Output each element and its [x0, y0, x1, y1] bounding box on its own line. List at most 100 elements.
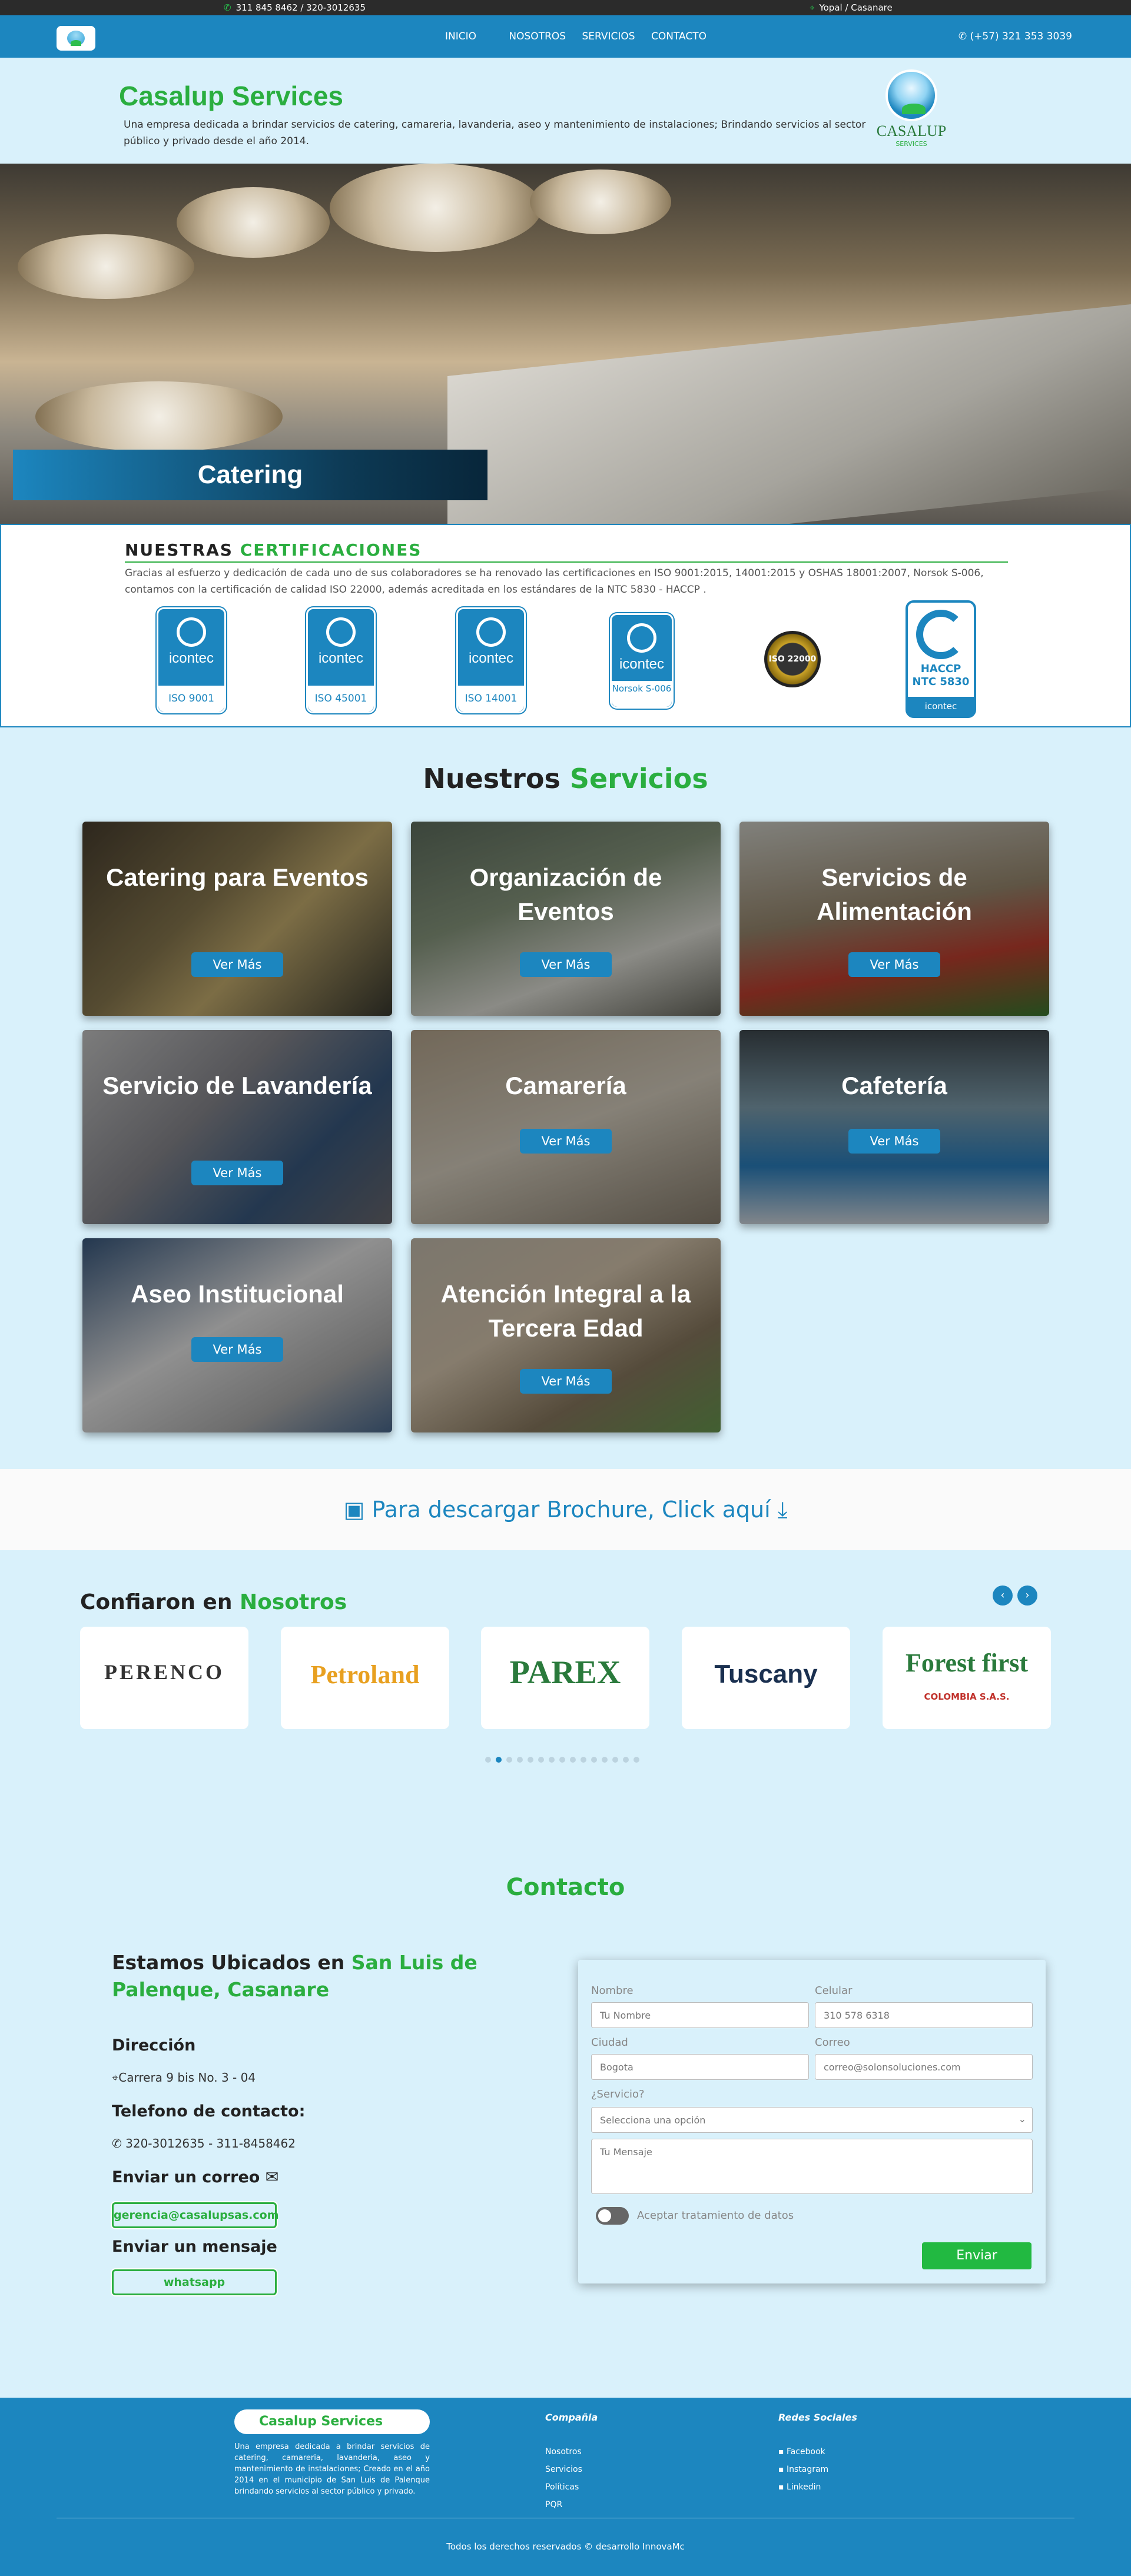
contact-title: Contacto [506, 1874, 625, 1901]
nav-nosotros[interactable]: NOSOTROS [509, 31, 566, 42]
email-button[interactable]: gerencia@casalupsas.com [112, 2202, 279, 2228]
cert-norsok: icontec Norsok S-006 [610, 613, 674, 709]
ver-mas-button[interactable]: Ver Más [191, 952, 283, 977]
chevron-down-icon: ⌄ [1018, 2113, 1026, 2125]
service-select[interactable]: Selecciona una opción ⌄ [591, 2107, 1033, 2133]
consent-toggle[interactable] [596, 2207, 629, 2225]
city-input[interactable]: Bogota [591, 2054, 809, 2080]
social-heading: Redes Sociales [778, 2412, 857, 2423]
facebook-icon: ▪ [778, 2447, 787, 2457]
service-card[interactable]: Camarería Ver Más [411, 1030, 721, 1224]
service-card[interactable]: Servicio de Lavandería Ver Más [82, 1030, 392, 1224]
phone-call-icon: ✆ [958, 31, 970, 42]
ver-mas-button[interactable]: Ver Más [191, 1161, 283, 1185]
top-location-text: Yopal / Casanare [819, 2, 893, 13]
city-label: Ciudad [591, 2036, 628, 2049]
hero-banner: Catering [0, 164, 1131, 524]
ver-mas-button[interactable]: Ver Más [520, 1129, 612, 1154]
envelope-icon: ✉ [265, 2168, 279, 2186]
main-navbar: INICIO NOSOTROS SERVICIOS CONTACTO ✆ (+5… [0, 15, 1131, 58]
hero-header: Casalup Services Una empresa dedicada a … [0, 58, 1131, 164]
partner-logo-tuscany: Tuscany [682, 1627, 850, 1729]
cell-input[interactable]: 310 578 6318 [815, 2002, 1033, 2028]
phone-label: Telefono de contacto: [112, 2102, 306, 2120]
footer-link-pqr[interactable]: PQR [545, 2500, 562, 2509]
certifications-title: NUESTRAS CERTIFICACIONES [125, 540, 422, 560]
footer-instagram[interactable]: ▪ Instagram [778, 2465, 828, 2474]
service-card[interactable]: Catering para Eventos Ver Más [82, 822, 392, 1016]
name-label: Nombre [591, 1985, 634, 1997]
message-textarea[interactable]: Tu Mensaje [591, 2139, 1033, 2194]
map-pin-icon: ⌖ [112, 2070, 119, 2085]
email-label: Enviar un correo ✉ [112, 2168, 279, 2186]
innovamc-logo[interactable]: InnovaMc [642, 2541, 685, 2552]
phone-value: ✆ 320-3012635 - 311-8458462 [112, 2136, 296, 2150]
logo-name: CASALUP [876, 122, 947, 139]
message-label: Enviar un mensaje [112, 2238, 277, 2256]
footer-brand: Casalup Services [234, 2409, 430, 2434]
casalup-logo: CASALUP SERVICES [875, 69, 948, 158]
carousel-dots[interactable] [485, 1754, 644, 1765]
ver-mas-button[interactable]: Ver Más [520, 952, 612, 977]
partner-logo-forestfirst: Forest first COLOMBIA S.A.S. [883, 1627, 1051, 1729]
brochure-text: Para descargar Brochure, Click aquí [372, 1497, 771, 1523]
footer-link-servicios[interactable]: Servicios [545, 2465, 582, 2474]
service-label: ¿Servicio? [591, 2088, 645, 2100]
service-card[interactable]: Atención Integral a la Tercera Edad Ver M… [411, 1238, 721, 1432]
footer-link-nosotros[interactable]: Nosotros [545, 2447, 582, 2457]
partner-logo-petroland: Petroland [281, 1627, 449, 1729]
phone-icon: ✆ [224, 2, 231, 13]
brochure-download-link[interactable]: ▣ Para descargar Brochure, Click aquí ⤓ [0, 1469, 1131, 1550]
service-card[interactable]: Cafetería Ver Más [739, 1030, 1049, 1224]
nav-logo[interactable] [57, 26, 95, 51]
company-heading: Compañia [545, 2412, 598, 2423]
footer-link-politicas[interactable]: Políticas [545, 2482, 579, 2492]
nav-phone-text: (+57) 321 353 3039 [970, 31, 1072, 42]
cell-label: Celular [815, 1985, 853, 1997]
footer-linkedin[interactable]: ▪ Linkedin [778, 2482, 821, 2492]
name-input[interactable]: Tu Nombre [591, 2002, 809, 2028]
footer-facebook[interactable]: ▪ Facebook [778, 2447, 825, 2457]
logo-sub: SERVICES [895, 140, 927, 148]
carousel-prev-button[interactable]: ‹ [993, 1586, 1013, 1606]
forest-sub: COLOMBIA S.A.S. [924, 1691, 1010, 1702]
contact-section: Contacto Estamos Ubicados en San Luis de… [0, 1856, 1131, 2398]
cert-iso22000: ISO 22000 [764, 631, 821, 687]
ver-mas-button[interactable]: Ver Más [848, 952, 940, 977]
contact-form: Nombre Tu Nombre Celular 310 578 6318 Ci… [578, 1960, 1046, 2284]
service-card[interactable]: Servicios de Alimentación Ver Más [739, 822, 1049, 1016]
partner-logo-parex: PAREX [481, 1627, 649, 1729]
hero-description: Una empresa dedicada a brindar servicios… [124, 119, 866, 147]
partners-title: Confiaron en Nosotros [80, 1590, 347, 1614]
briefcase-icon: ▣ [343, 1497, 372, 1523]
service-card[interactable]: Aseo Institucional Ver Más [82, 1238, 392, 1432]
ver-mas-button[interactable]: Ver Más [848, 1129, 940, 1154]
whatsapp-button[interactable]: whatsapp [112, 2269, 277, 2295]
nav-inicio[interactable]: INICIO [445, 31, 476, 42]
nav-links: INICIO NOSOTROS SERVICIOS CONTACTO [445, 31, 719, 42]
top-phones-text: 311 845 8462 / 320-3012635 [236, 2, 366, 13]
cert-iso9001: icontec ISO 9001 [157, 607, 226, 713]
certifications-section: NUESTRAS CERTIFICACIONES Gracias al esfu… [0, 524, 1131, 727]
consent-label: Aceptar tratamiento de datos [637, 2209, 794, 2222]
banner-caption: Catering [13, 450, 487, 500]
address-value: ⌖Carrera 9 bis No. 3 - 04 [112, 2070, 256, 2085]
nav-contacto[interactable]: CONTACTO [651, 31, 707, 42]
copyright: Todos los derechos reservados © desarrol… [446, 2541, 685, 2552]
instagram-icon: ▪ [778, 2465, 787, 2474]
partners-section: Confiaron en Nosotros ‹ › PERENCO Petrol… [0, 1550, 1131, 1856]
ver-mas-button[interactable]: Ver Más [520, 1369, 612, 1394]
ver-mas-button[interactable]: Ver Más [191, 1337, 283, 1362]
carousel-next-button[interactable]: › [1017, 1586, 1037, 1606]
location-icon: ⌖ [810, 2, 815, 13]
service-card[interactable]: Organización de Eventos Ver Más [411, 822, 721, 1016]
mail-input[interactable]: correo@solonsoluciones.com [815, 2054, 1033, 2080]
top-phones: ✆ 311 845 8462 / 320-3012635 [224, 2, 366, 13]
nav-servicios[interactable]: SERVICIOS [582, 31, 635, 42]
mail-label: Correo [815, 2036, 850, 2049]
page-title: Casalup Services [119, 81, 344, 111]
submit-button[interactable]: Enviar [922, 2242, 1032, 2269]
nav-phone[interactable]: ✆ (+57) 321 353 3039 [958, 31, 1072, 42]
partner-logo-perenco: PERENCO [80, 1627, 248, 1729]
address-label: Dirección [112, 2036, 196, 2055]
